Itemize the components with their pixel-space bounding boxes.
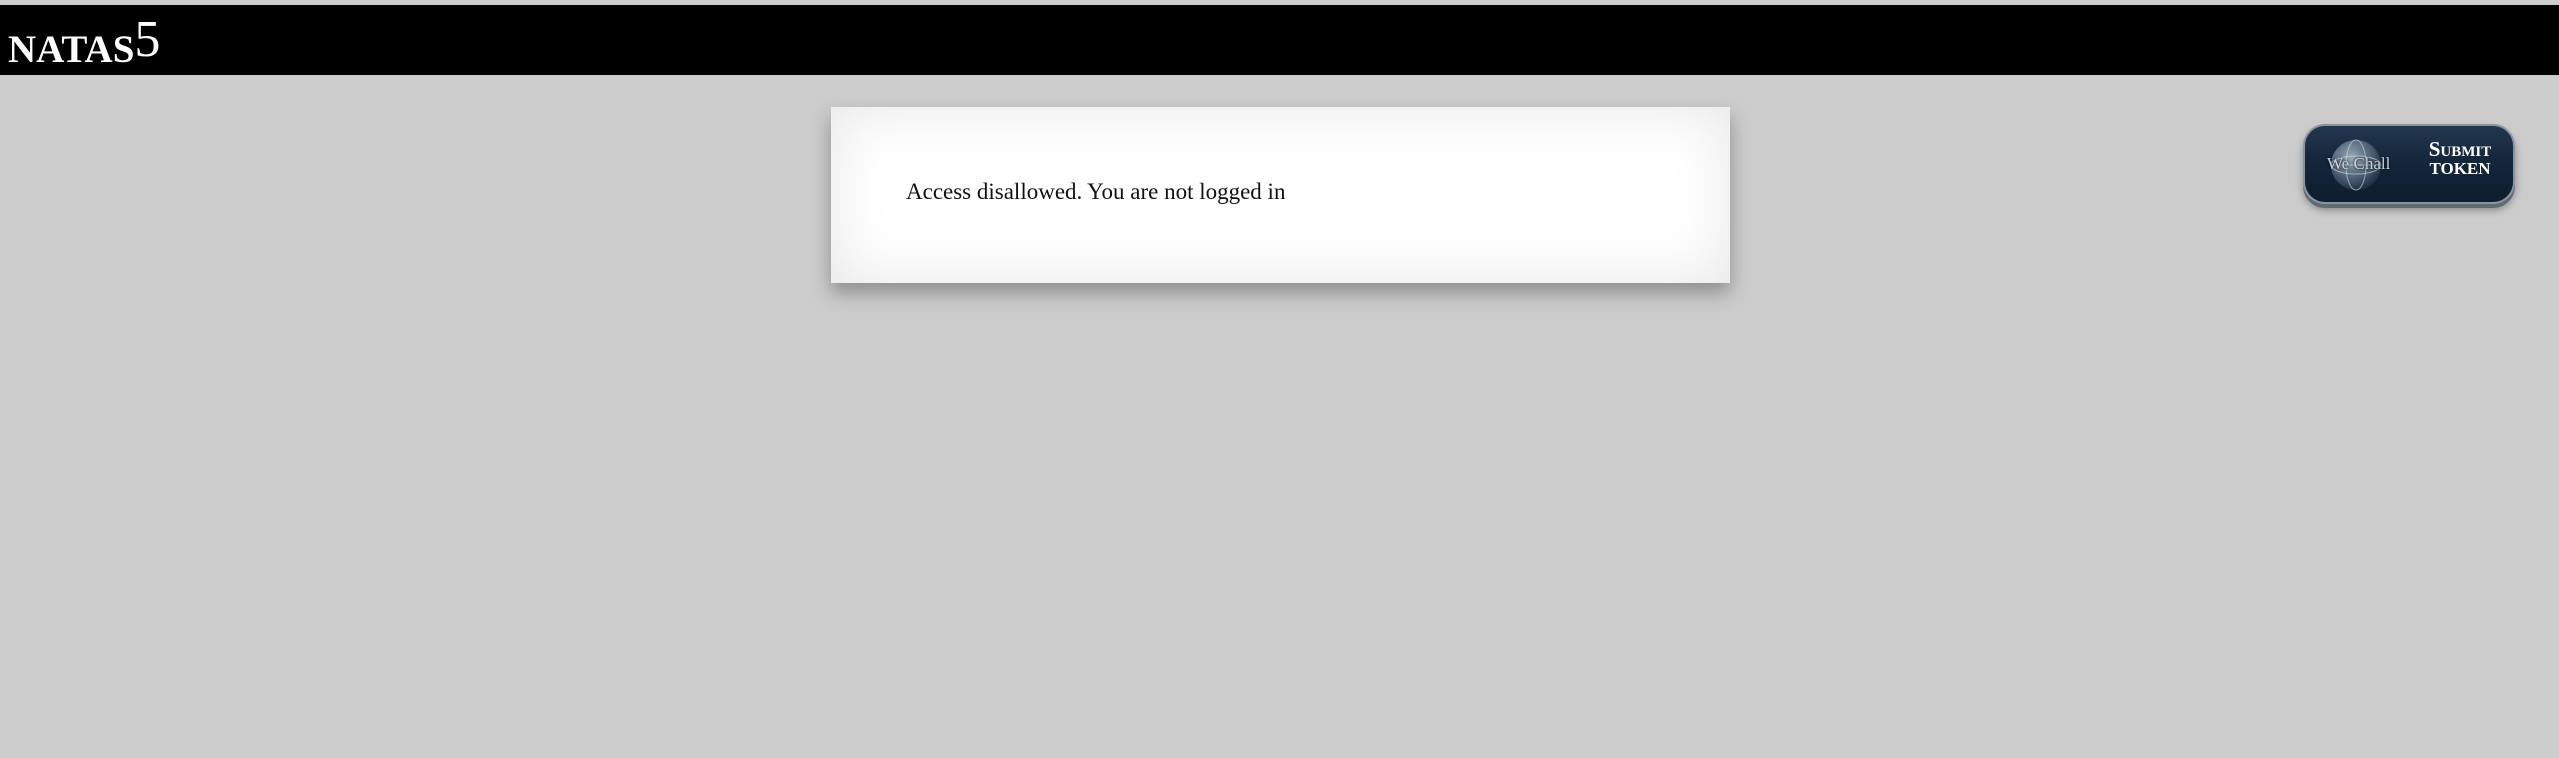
submit-token-label: Submit TOKEN bbox=[2405, 137, 2513, 179]
header-bar: NATAS 5 bbox=[0, 5, 2559, 75]
page-title: NATAS 5 bbox=[8, 5, 160, 75]
submit-token-button[interactable]: We Chall Submit TOKEN bbox=[2303, 124, 2515, 204]
submit-label: Submit bbox=[2428, 137, 2492, 161]
page-title-name: NATAS bbox=[8, 28, 135, 71]
page-title-number: 5 bbox=[134, 11, 161, 68]
content-panel: Access disallowed. You are not logged in bbox=[831, 107, 1730, 283]
wechall-logo-text: We Chall bbox=[2327, 154, 2391, 173]
token-label: TOKEN bbox=[2429, 159, 2491, 179]
access-message: Access disallowed. You are not logged in bbox=[906, 179, 1286, 204]
